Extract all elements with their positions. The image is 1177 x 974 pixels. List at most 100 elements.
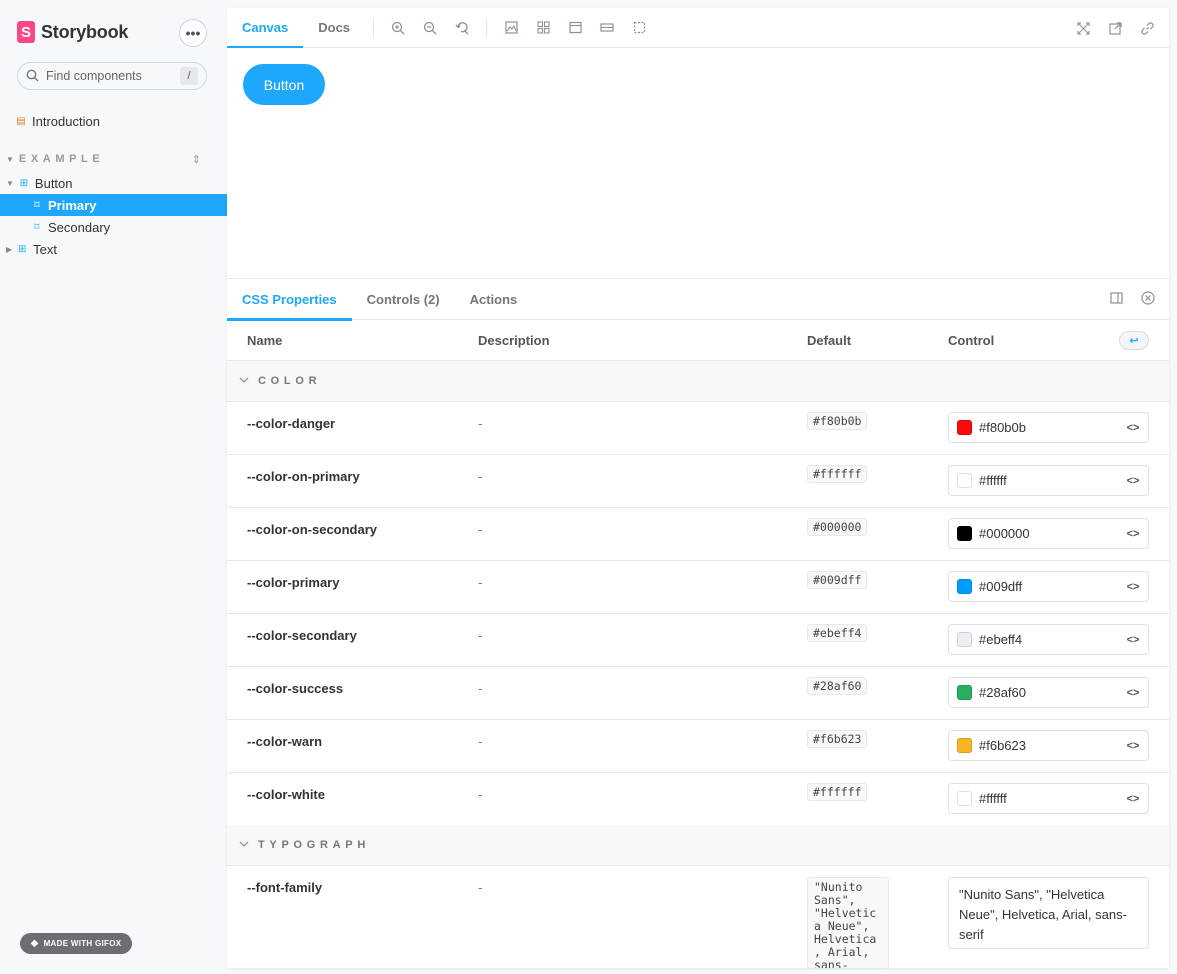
chevron-down-icon [239,840,249,851]
table-row: --color-secondary - #ebeff4 #ebeff4 <> [227,614,1169,667]
zoom-in-icon[interactable] [382,8,414,48]
color-value-input[interactable]: #f6b623 [979,738,1118,753]
table-row: --font-family - "Nunito Sans", "Helvetic… [227,866,1169,969]
component-icon: ⊞ [19,177,29,189]
table-row: --color-primary - #009dff #009dff <> [227,561,1169,614]
tab-canvas[interactable]: Canvas [227,8,304,49]
sidebar-item-button[interactable]: ▼ ⊞ Button [0,172,227,194]
code-toggle-icon[interactable]: <> [1118,422,1148,434]
code-toggle-icon[interactable]: <> [1118,581,1148,593]
addons-panel: CSS Properties Controls (2) Actions Name… [227,278,1169,969]
color-value-input[interactable]: #28af60 [979,685,1118,700]
section-typography[interactable]: TYPOGRAPH [227,825,1169,866]
sidebar-item-label: Text [33,241,57,257]
background-image-icon[interactable] [495,8,527,48]
prop-default: #ffffff [807,465,868,483]
prop-description: - [478,469,483,484]
group-label: EXAMPLE [18,153,105,165]
panel-orientation-icon[interactable] [1110,292,1123,307]
story-preview-button[interactable]: Button [243,64,325,105]
code-toggle-icon[interactable]: <> [1118,793,1148,805]
color-swatch[interactable] [957,526,972,541]
close-panel-icon[interactable] [1141,291,1155,308]
prop-default: #28af60 [807,677,868,695]
main-panel: Canvas Docs Button CSS Properties Contro… [227,8,1169,969]
code-toggle-icon[interactable]: <> [1118,475,1148,487]
table-row: --color-on-primary - #ffffff #ffffff <> [227,455,1169,508]
color-swatch[interactable] [957,791,972,806]
color-value-input[interactable]: #000000 [979,526,1118,541]
color-picker-control[interactable]: #009dff <> [948,571,1149,602]
more-menu-button[interactable]: ••• [179,19,207,47]
open-new-tab-icon[interactable] [1099,8,1131,48]
viewport-icon[interactable] [559,8,591,48]
copy-link-icon[interactable] [1131,8,1163,48]
color-value-input[interactable]: #009dff [979,579,1118,594]
color-swatch[interactable] [957,579,972,594]
prop-name: --color-on-primary [247,469,360,484]
tab-actions[interactable]: Actions [455,279,533,320]
sidebar-group-example[interactable]: ▼ EXAMPLE ⇕ [0,150,227,168]
sidebar-item-secondary[interactable]: ⌑ Secondary [0,216,227,238]
color-swatch[interactable] [957,473,972,488]
color-picker-control[interactable]: #ffffff <> [948,465,1149,496]
color-picker-control[interactable]: #ffffff <> [948,783,1149,814]
color-swatch[interactable] [957,420,972,435]
expand-collapse-icon[interactable]: ⇕ [192,153,201,166]
color-value-input[interactable]: #ffffff [979,791,1118,806]
prop-description: - [478,880,483,895]
color-value-input[interactable]: #ffffff [979,473,1118,488]
measure-icon[interactable] [591,8,623,48]
prop-name: --color-warn [247,734,323,749]
code-toggle-icon[interactable]: <> [1118,687,1148,699]
section-label: TYPOGRAPH [258,839,370,851]
color-swatch[interactable] [957,632,972,647]
section-label: COLOR [258,375,322,387]
sidebar-item-introduction[interactable]: ▤ Introduction [0,110,227,132]
color-value-input[interactable]: #f80b0b [979,420,1118,435]
tab-controls[interactable]: Controls (2) [352,279,455,320]
prop-description: - [478,681,483,696]
table-row: --color-success - #28af60 #28af60 <> [227,667,1169,720]
document-icon: ▤ [16,115,26,127]
toolbar: Canvas Docs [227,8,1169,49]
fullscreen-icon[interactable] [1067,8,1099,48]
code-toggle-icon[interactable]: <> [1118,528,1148,540]
prop-description: - [478,734,483,749]
prop-default: #000000 [807,518,868,536]
outline-icon[interactable] [623,8,655,48]
prop-default: "Nunito Sans", "Helvetica Neue", Helveti… [807,877,889,969]
color-picker-control[interactable]: #ebeff4 <> [948,624,1149,655]
fox-icon: ◆ [30,938,39,949]
sidebar-item-primary[interactable]: ⌑ Primary [0,194,227,216]
grid-icon[interactable] [527,8,559,48]
font-family-textarea[interactable]: "Nunito Sans", "Helvetica Neue", Helveti… [948,877,1149,949]
search-field[interactable]: Find components / [17,62,207,90]
code-toggle-icon[interactable]: <> [1118,634,1148,646]
section-color[interactable]: COLOR [227,361,1169,402]
code-toggle-icon[interactable]: <> [1118,740,1148,752]
sidebar: S Storybook ••• Find components / ▤ Intr… [0,0,227,974]
column-header-name: Name [247,333,283,348]
zoom-reset-icon[interactable] [446,8,478,48]
color-picker-control[interactable]: #f80b0b <> [948,412,1149,443]
column-header-description: Description [478,333,550,348]
color-swatch[interactable] [957,738,972,753]
sidebar-item-label: Secondary [48,219,111,235]
color-value-input[interactable]: #ebeff4 [979,632,1118,647]
zoom-out-icon[interactable] [414,8,446,48]
prop-default: #f80b0b [807,412,868,430]
storybook-logo[interactable]: S Storybook [17,20,128,44]
color-picker-control[interactable]: #f6b623 <> [948,730,1149,761]
chevron-down-icon: ▼ [6,154,14,164]
reset-controls-button[interactable]: ↩ [1119,331,1149,350]
sidebar-item-text[interactable]: ▶ ⊞ Text [0,238,227,260]
search-input[interactable]: Find components [46,69,180,83]
tab-docs[interactable]: Docs [303,8,365,48]
color-picker-control[interactable]: #28af60 <> [948,677,1149,708]
color-picker-control[interactable]: #000000 <> [948,518,1149,549]
gifox-label: MADE WITH GIFOX [43,939,122,948]
tab-css-properties[interactable]: CSS Properties [227,279,352,321]
color-swatch[interactable] [957,685,972,700]
search-shortcut-key: / [180,67,198,85]
